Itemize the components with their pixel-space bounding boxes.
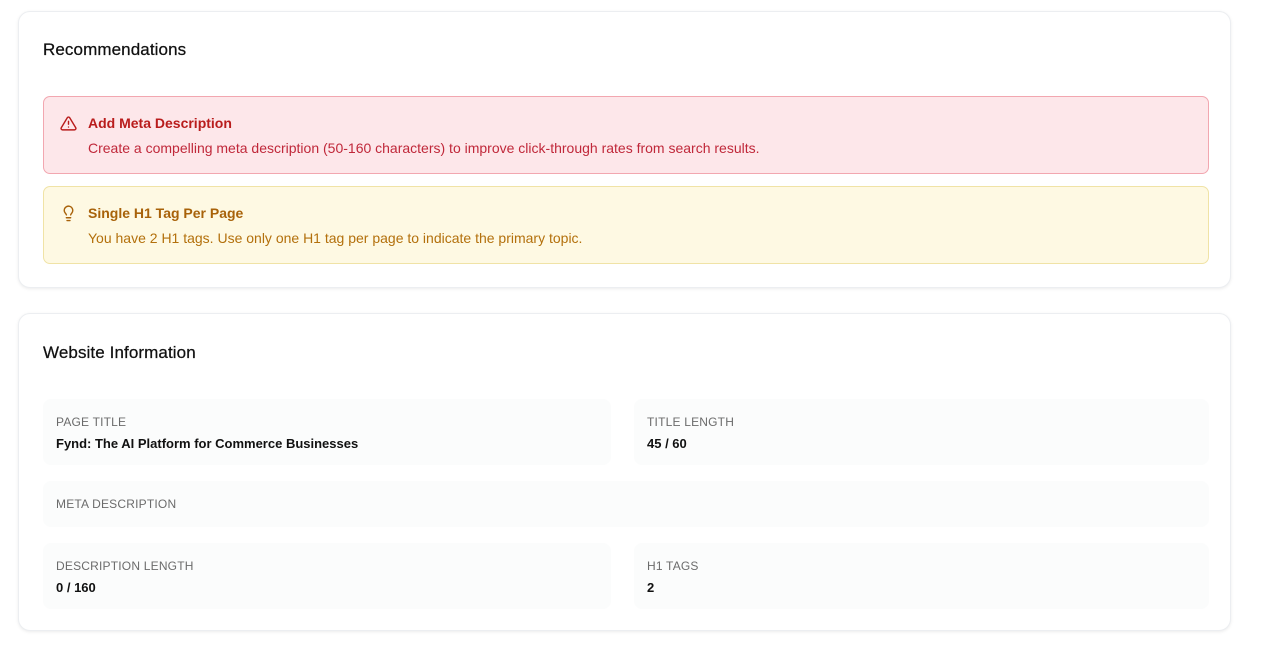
field-label: META DESCRIPTION <box>56 497 177 511</box>
field-label: H1 TAGS <box>647 559 699 573</box>
field-value: 0 / 160 <box>56 580 96 595</box>
field-value: 2 <box>647 580 655 595</box>
website-information-card: Website Information PAGE TITLE Fynd: The… <box>18 313 1231 631</box>
page-title-field: PAGE TITLE Fynd: The AI Platform for Com… <box>43 399 611 465</box>
recommendation-title: Add Meta Description <box>88 115 232 131</box>
meta-description-field: META DESCRIPTION <box>43 481 1209 527</box>
recommendation-text: You have 2 H1 tags. Use only one H1 tag … <box>88 230 583 246</box>
field-label: PAGE TITLE <box>56 415 127 429</box>
recommendation-add-meta-description: Add Meta Description Create a compelling… <box>43 96 1209 174</box>
recommendations-card: Recommendations Add Meta Description Cre… <box>18 11 1231 288</box>
description-length-field: DESCRIPTION LENGTH 0 / 160 <box>43 543 611 609</box>
recommendation-text: Create a compelling meta description (50… <box>88 140 760 156</box>
title-length-field: TITLE LENGTH 45 / 60 <box>634 399 1209 465</box>
field-label: TITLE LENGTH <box>647 415 735 429</box>
h1-tags-field: H1 TAGS 2 <box>634 543 1209 609</box>
field-value: 45 / 60 <box>647 436 687 451</box>
lightbulb-icon <box>63 205 74 222</box>
recommendations-title: Recommendations <box>43 40 187 59</box>
website-information-title: Website Information <box>43 343 196 362</box>
field-value: Fynd: The AI Platform for Commerce Busin… <box>56 436 359 451</box>
recommendation-title: Single H1 Tag Per Page <box>88 205 244 221</box>
warning-triangle-icon <box>60 116 77 131</box>
recommendation-single-h1: Single H1 Tag Per Page You have 2 H1 tag… <box>43 186 1209 264</box>
field-label: DESCRIPTION LENGTH <box>56 559 194 573</box>
